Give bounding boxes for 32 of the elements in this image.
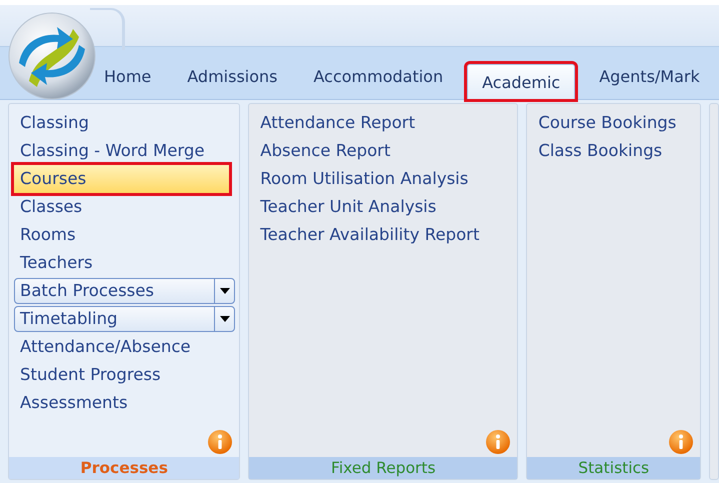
ribbon-tab[interactable]: Home	[86, 65, 170, 99]
menu-item[interactable]: Teacher Unit Analysis	[254, 193, 514, 221]
group-label: Statistics	[527, 457, 700, 479]
menu-item[interactable]: Assessments	[14, 389, 236, 417]
menu-item[interactable]: Course Bookings	[532, 109, 696, 137]
menu-item[interactable]: Classing	[14, 109, 236, 137]
menu-item[interactable]: Teachers	[14, 249, 236, 277]
info-icon[interactable]	[668, 429, 694, 455]
ribbon-tab[interactable]: Accommodation	[295, 65, 462, 99]
info-icon[interactable]	[207, 429, 234, 455]
menu-item[interactable]: Student Progress	[14, 361, 236, 389]
ribbon-tab[interactable]: Academic	[467, 64, 576, 99]
menu-item[interactable]: Room Utilisation Analysis	[254, 165, 514, 193]
menu-item[interactable]: Attendance/Absence	[14, 333, 236, 361]
menu-item[interactable]: Attendance Report	[254, 109, 514, 137]
menu-item[interactable]: Classes	[14, 193, 236, 221]
ribbon-tab[interactable]: Admissions	[169, 65, 296, 99]
logo-icon[interactable]	[7, 11, 97, 101]
menu-item[interactable]: Teacher Availability Report	[254, 221, 514, 249]
info-icon[interactable]	[485, 429, 512, 455]
menu-item[interactable]: Absence Report	[254, 137, 514, 165]
group-label: Processes	[9, 457, 240, 479]
caret-icon	[220, 288, 230, 294]
caret-icon	[220, 316, 230, 322]
ribbon-tab[interactable]: Agents/Mark	[581, 65, 718, 99]
menu-item[interactable]: Courses	[14, 165, 230, 193]
menu-item[interactable]: Rooms	[14, 221, 236, 249]
dropdown-button[interactable]: Batch Processes	[14, 278, 236, 304]
dropdown-button[interactable]: Timetabling	[14, 306, 236, 332]
group-label: Fixed Reports	[249, 457, 518, 479]
menu-item[interactable]: Class Bookings	[532, 137, 696, 165]
menu-item[interactable]: Classing - Word Merge	[14, 137, 236, 165]
